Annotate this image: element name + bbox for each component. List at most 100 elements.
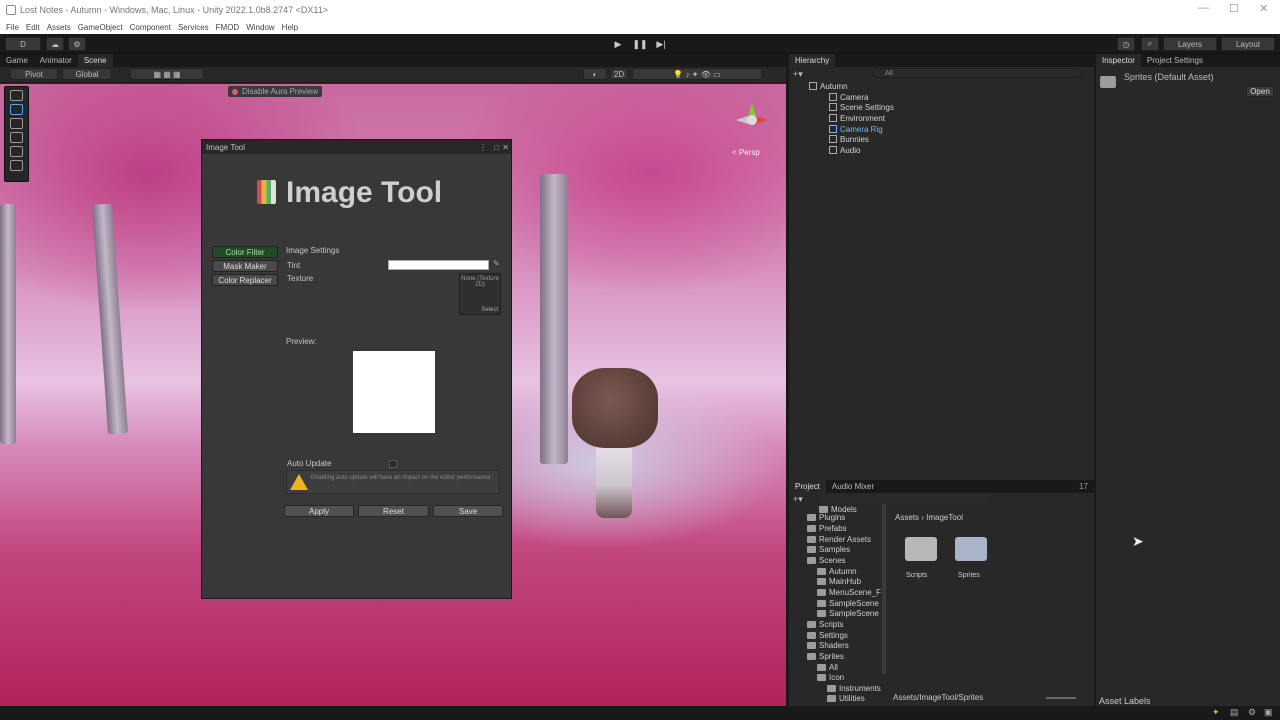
hierarchy-item[interactable]: Camera — [829, 92, 868, 102]
tree-item[interactable]: All — [817, 662, 838, 672]
search-icon[interactable]: ⌕ — [1141, 37, 1159, 51]
tab-project-settings[interactable]: Project Settings — [1141, 54, 1209, 67]
tree-item[interactable]: MenuScene_F — [817, 587, 881, 597]
rotate-tool-icon[interactable] — [10, 118, 23, 129]
tree-item[interactable]: Sprites — [807, 651, 844, 661]
breadcrumb-imagetool[interactable]: ImageTool — [926, 513, 963, 522]
tab-mask-maker[interactable]: Mask Maker — [212, 260, 278, 272]
tree-item[interactable]: Settings — [807, 630, 848, 640]
tree-item[interactable]: Plugins — [807, 512, 845, 522]
texture-field[interactable]: None (Texture 2D) Select — [459, 273, 501, 315]
apply-button[interactable]: Apply — [284, 505, 354, 517]
layers-dropdown[interactable]: Layers — [1163, 37, 1217, 51]
lighting-icon[interactable]: ✦ — [1212, 707, 1220, 718]
tree-item[interactable]: Icon — [817, 672, 844, 682]
tab-animator[interactable]: Animator — [34, 54, 78, 67]
tab-color-filter[interactable]: Color Filter — [212, 246, 278, 258]
rect-tool-icon[interactable] — [10, 146, 23, 157]
tree-item[interactable]: Scripts — [807, 619, 843, 629]
scene-visibility-tools[interactable]: 💡 ♪ ✦ 👁 ▭ — [632, 68, 762, 80]
eyedropper-icon[interactable]: ✎ — [493, 259, 500, 268]
menu-gameobject[interactable]: GameObject — [77, 23, 124, 32]
disable-aura-preview-button[interactable]: Disable Aura Preview — [228, 86, 323, 97]
tab-audio-mixer[interactable]: Audio Mixer — [826, 480, 880, 493]
pause-button[interactable]: ❚❚ — [631, 37, 649, 51]
menu-edit[interactable]: Edit — [25, 23, 41, 32]
tab-color-replacer[interactable]: Color Replacer — [212, 274, 278, 286]
more-options-icon[interactable]: ⋮ — [479, 143, 487, 152]
pivot-dropdown[interactable]: Pivot — [10, 68, 58, 80]
tree-item[interactable]: Autumn — [817, 566, 857, 576]
close-icon[interactable]: ✕ — [502, 143, 509, 152]
menu-help[interactable]: Help — [281, 23, 299, 32]
play-button[interactable]: ▶ — [609, 37, 627, 51]
folder-icon[interactable] — [905, 537, 937, 561]
tree-item[interactable]: Prefabs — [807, 523, 847, 533]
hierarchy-scene-root[interactable]: Autumn — [809, 81, 848, 91]
orientation-gizmo[interactable] — [732, 100, 772, 140]
persp-label[interactable]: < Persp — [732, 148, 760, 157]
2d-toggle[interactable]: 2D — [610, 68, 628, 80]
auto-update-checkbox[interactable] — [389, 460, 397, 468]
tab-game[interactable]: Game — [0, 54, 34, 67]
open-button[interactable]: Open — [1246, 86, 1274, 97]
folder-icon[interactable] — [955, 537, 987, 561]
close-icon[interactable]: ✕ — [1259, 2, 1268, 15]
menu-services[interactable]: Services — [177, 23, 210, 32]
transform-tool-icon[interactable] — [10, 160, 23, 171]
hierarchy-item[interactable]: Camera Rig — [829, 124, 883, 134]
hand-tool-icon[interactable] — [10, 90, 23, 101]
tree-item[interactable]: SampleScene — [817, 598, 879, 608]
tree-item[interactable]: SampleScene — [817, 608, 879, 618]
menu-file[interactable]: File — [5, 23, 20, 32]
hierarchy-item[interactable]: Environment — [829, 113, 885, 123]
menu-component[interactable]: Component — [129, 23, 172, 32]
notification-icon[interactable]: ▣ — [1264, 707, 1273, 718]
project-search-input[interactable] — [817, 495, 992, 504]
menu-assets[interactable]: Assets — [46, 23, 72, 32]
hierarchy-search-input[interactable]: All — [872, 68, 1082, 78]
grid-snap-tools[interactable]: ▦ ▦ ▦ — [130, 68, 204, 80]
tree-item[interactable]: Render Assets — [807, 534, 871, 544]
minimize-icon[interactable]: — — [1198, 2, 1209, 14]
breadcrumb-assets[interactable]: Assets — [895, 513, 919, 522]
tab-hierarchy[interactable]: Hierarchy — [789, 54, 836, 67]
maximize-icon[interactable]: ☐ — [1229, 2, 1239, 15]
step-button[interactable]: ▶| — [652, 37, 670, 51]
menu-window[interactable]: Window — [245, 23, 275, 32]
save-button[interactable]: Save — [433, 505, 503, 517]
hierarchy-item[interactable]: Audio — [829, 145, 860, 155]
history-icon[interactable]: ◷ — [1117, 37, 1135, 51]
tree-item[interactable]: Samples — [807, 544, 850, 554]
tab-project[interactable]: Project — [789, 480, 826, 493]
tree-item[interactable]: Utilities — [827, 693, 865, 703]
tab-scene[interactable]: Scene — [77, 54, 113, 67]
tree-item[interactable]: Scenes — [807, 555, 846, 565]
menu-fmod[interactable]: FMOD — [215, 23, 241, 32]
tree-item[interactable]: Instruments — [827, 683, 881, 693]
tree-item[interactable]: MainHub — [817, 576, 861, 586]
zoom-slider[interactable] — [1046, 697, 1076, 699]
tree-item[interactable]: Shaders — [807, 640, 849, 650]
collab-icon[interactable]: ⚙ — [68, 37, 86, 51]
progress-icon[interactable]: ▤ — [1230, 707, 1239, 718]
global-dropdown[interactable]: Global — [62, 68, 112, 80]
add-icon[interactable]: +▾ — [793, 494, 803, 505]
tree-item-label: Prefabs — [819, 523, 847, 533]
tree-scrollbar[interactable] — [882, 504, 886, 674]
hierarchy-item[interactable]: Bunnies — [829, 134, 869, 144]
account-button[interactable]: D — [5, 37, 41, 51]
hierarchy-item[interactable]: Scene Settings — [829, 102, 894, 112]
add-icon[interactable]: +▾ — [793, 69, 803, 80]
tint-color-field[interactable] — [388, 260, 489, 270]
maximize-icon[interactable]: □ — [494, 143, 499, 152]
texture-select-button[interactable]: Select — [481, 307, 498, 313]
layout-dropdown[interactable]: Layout — [1221, 37, 1275, 51]
cloud-icon[interactable]: ☁ — [46, 37, 64, 51]
scale-tool-icon[interactable] — [10, 132, 23, 143]
render-mode-icon[interactable]: ◐ — [583, 68, 607, 80]
debug-icon[interactable]: ⚙ — [1248, 707, 1256, 718]
tab-inspector[interactable]: Inspector — [1096, 54, 1141, 67]
move-tool-icon[interactable] — [10, 104, 23, 115]
reset-button[interactable]: Reset — [358, 505, 429, 517]
